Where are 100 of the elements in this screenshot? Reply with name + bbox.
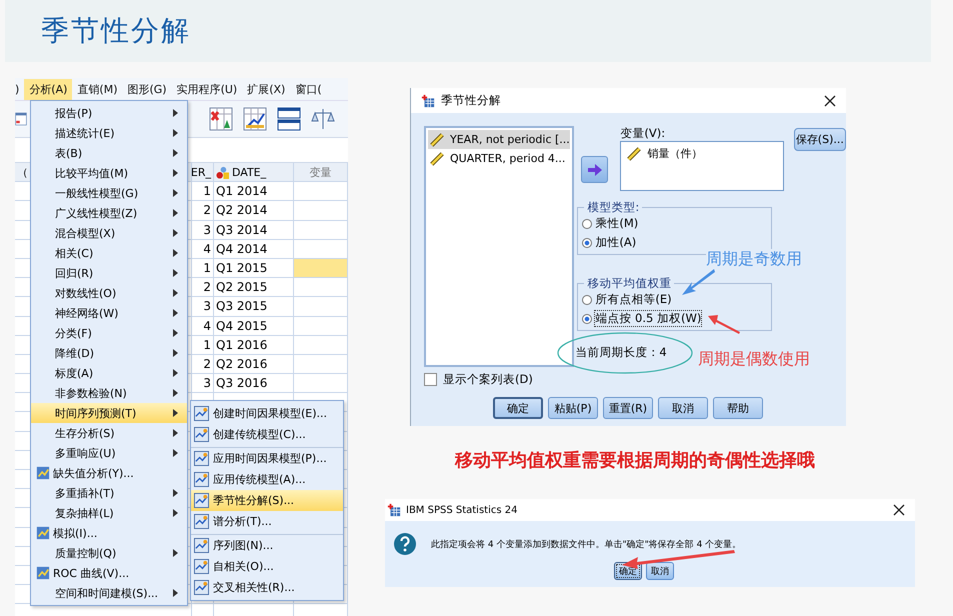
menu-item[interactable]: 应用传统模型(A)... xyxy=(191,469,343,490)
menu-item[interactable]: 表(B) xyxy=(31,143,187,163)
dialog-button[interactable]: 重置(R) xyxy=(603,397,653,419)
menu-item[interactable]: 模拟(I)... xyxy=(31,523,187,543)
menu-bar-item[interactable]: 扩展(X) xyxy=(242,78,290,100)
group-title: 模型类型: xyxy=(584,200,642,215)
menu-bar-item[interactable]: ) xyxy=(15,80,24,98)
submenu-arrow-icon xyxy=(173,229,178,237)
menu-item[interactable]: 交叉相关性(R)... xyxy=(191,577,343,598)
radio-button[interactable] xyxy=(582,238,592,248)
table-star-icon[interactable] xyxy=(208,106,234,132)
menu-bar-item[interactable]: 实用程序(U) xyxy=(172,78,242,100)
annotation-arrow xyxy=(681,268,715,296)
scales-icon[interactable] xyxy=(310,106,336,132)
submenu-arrow-icon xyxy=(173,509,178,517)
variables-label: 变量(V): xyxy=(620,126,666,140)
message-box-button[interactable]: 取消 xyxy=(646,562,674,580)
dialog-button[interactable]: 帮助 xyxy=(713,397,763,419)
menu-item[interactable]: 对数线性(O) xyxy=(31,283,187,303)
menu-item[interactable]: 季节性分解(S)... xyxy=(191,490,343,511)
submenu-arrow-icon xyxy=(173,169,178,177)
chart-icon xyxy=(194,514,209,529)
table-cell: Q2 2014 xyxy=(214,201,294,220)
ruler-icon xyxy=(627,146,642,160)
close-icon[interactable] xyxy=(824,94,836,106)
radio-label: 端点按 0.5 加权(W) xyxy=(595,311,702,326)
menu-item[interactable]: 生存分析(S) xyxy=(31,423,187,443)
source-variable-list[interactable]: YEAR, not periodic [... QUARTER, period 4... xyxy=(424,126,574,367)
menu-item[interactable]: 多重插补(T) xyxy=(31,483,187,503)
target-variable-list[interactable]: 销量（件） xyxy=(620,141,784,191)
column-header[interactable]: ER_ xyxy=(192,163,214,182)
dialog-button[interactable]: 取消 xyxy=(658,397,708,419)
group-title: 移动平均值权重 xyxy=(584,276,674,291)
menu-item[interactable]: 一般线性模型(G) xyxy=(31,183,187,203)
menu-bar-item[interactable]: 分析(A) xyxy=(24,78,72,100)
variable-list-item[interactable]: YEAR, not periodic [... xyxy=(428,130,570,149)
table-cell: Q4 2015 xyxy=(214,316,294,335)
menu-item[interactable]: 分类(F) xyxy=(31,323,187,343)
variable-list-item[interactable]: QUARTER, period 4... xyxy=(428,149,570,168)
dialog-button[interactable]: 粘贴(P) xyxy=(548,397,598,419)
checkbox[interactable] xyxy=(424,373,437,386)
table-cell: 1 xyxy=(192,182,214,200)
submenu-arrow-icon xyxy=(173,149,178,157)
menu-bar-item[interactable]: 直销(M) xyxy=(72,78,122,100)
table-cell: 3 xyxy=(192,374,214,392)
save-button[interactable]: 保存(S)... xyxy=(794,128,846,151)
selected-cell[interactable] xyxy=(294,258,348,278)
menu-item[interactable]: 创建传统模型(C)... xyxy=(191,424,343,445)
menu-item[interactable]: 空间和时间建模(S)... xyxy=(31,583,187,603)
annotation-arrow xyxy=(707,312,741,334)
menu-bar-item[interactable]: 窗口( xyxy=(290,78,327,100)
menu-item[interactable]: 非参数检验(N) xyxy=(31,383,187,403)
radio-button[interactable] xyxy=(582,218,592,228)
submenu-arrow-icon xyxy=(173,369,178,377)
column-header[interactable]: 变量 xyxy=(294,163,348,182)
radio-button[interactable] xyxy=(582,314,592,324)
move-right-button[interactable] xyxy=(580,156,608,183)
menu-item[interactable]: 回归(R) xyxy=(31,263,187,283)
menu-item[interactable]: 时间序列预测(T) xyxy=(31,403,187,423)
menu-item[interactable]: 降维(D) xyxy=(31,343,187,363)
menu-item[interactable]: 多重响应(U) xyxy=(31,443,187,463)
close-icon[interactable] xyxy=(893,504,905,516)
table-cell: Q3 2014 xyxy=(214,220,294,239)
radio-label: 加性(A) xyxy=(595,235,636,250)
dialog-title: 季节性分解 xyxy=(441,93,502,108)
radio-label: 乘性(M) xyxy=(595,216,638,231)
column-header[interactable]: DATE_ xyxy=(214,163,294,182)
dialog-button[interactable]: 确定 xyxy=(493,397,543,419)
message-box-title: IBM SPSS Statistics 24 xyxy=(406,504,518,516)
menu-item[interactable]: 相关(C) xyxy=(31,243,187,263)
menu-item[interactable]: ROC 曲线(V)... xyxy=(31,563,187,583)
menu-item[interactable]: 缺失值分析(Y)... xyxy=(31,463,187,483)
period-length-label: 当前周期长度：4 xyxy=(575,345,667,360)
table-chart-icon[interactable] xyxy=(242,106,268,132)
menu-item[interactable]: 比较平均值(M) xyxy=(31,163,187,183)
table-cell: Q1 2016 xyxy=(214,336,294,354)
menu-item[interactable]: 广义线性模型(Z) xyxy=(31,203,187,223)
submenu-arrow-icon xyxy=(173,349,178,357)
variable-list-item[interactable]: 销量（件） xyxy=(647,146,702,161)
chart-icon xyxy=(194,406,209,421)
table-cell: Q1 2014 xyxy=(214,182,294,200)
menu-item[interactable]: 应用时间因果模型(P)... xyxy=(191,447,343,469)
menu-item[interactable]: 标度(A) xyxy=(31,363,187,383)
menu-item[interactable]: 谱分析(T)... xyxy=(191,511,343,532)
menu-item[interactable]: 创建时间因果模型(E)... xyxy=(191,403,343,424)
table-cell: 1 xyxy=(192,258,214,278)
menu-item[interactable]: 混合模型(X) xyxy=(31,223,187,243)
menu-item[interactable]: 报告(P) xyxy=(31,103,187,123)
menu-item[interactable]: 质量控制(Q) xyxy=(31,543,187,563)
submenu-arrow-icon xyxy=(173,409,178,417)
menu-item[interactable]: 描述统计(E) xyxy=(31,123,187,143)
menu-item[interactable]: 复杂抽样(L) xyxy=(31,503,187,523)
menu-item[interactable]: 自相关(O)... xyxy=(191,556,343,577)
chart-icon xyxy=(36,566,50,580)
menu-item[interactable]: 序列图(N)... xyxy=(191,534,343,556)
split-table-icon[interactable] xyxy=(276,106,302,132)
radio-button[interactable] xyxy=(582,294,592,304)
menu-bar-item[interactable]: 图形(G) xyxy=(122,78,172,100)
menu-item[interactable]: 神经网络(W) xyxy=(31,303,187,323)
submenu-arrow-icon xyxy=(173,129,178,137)
